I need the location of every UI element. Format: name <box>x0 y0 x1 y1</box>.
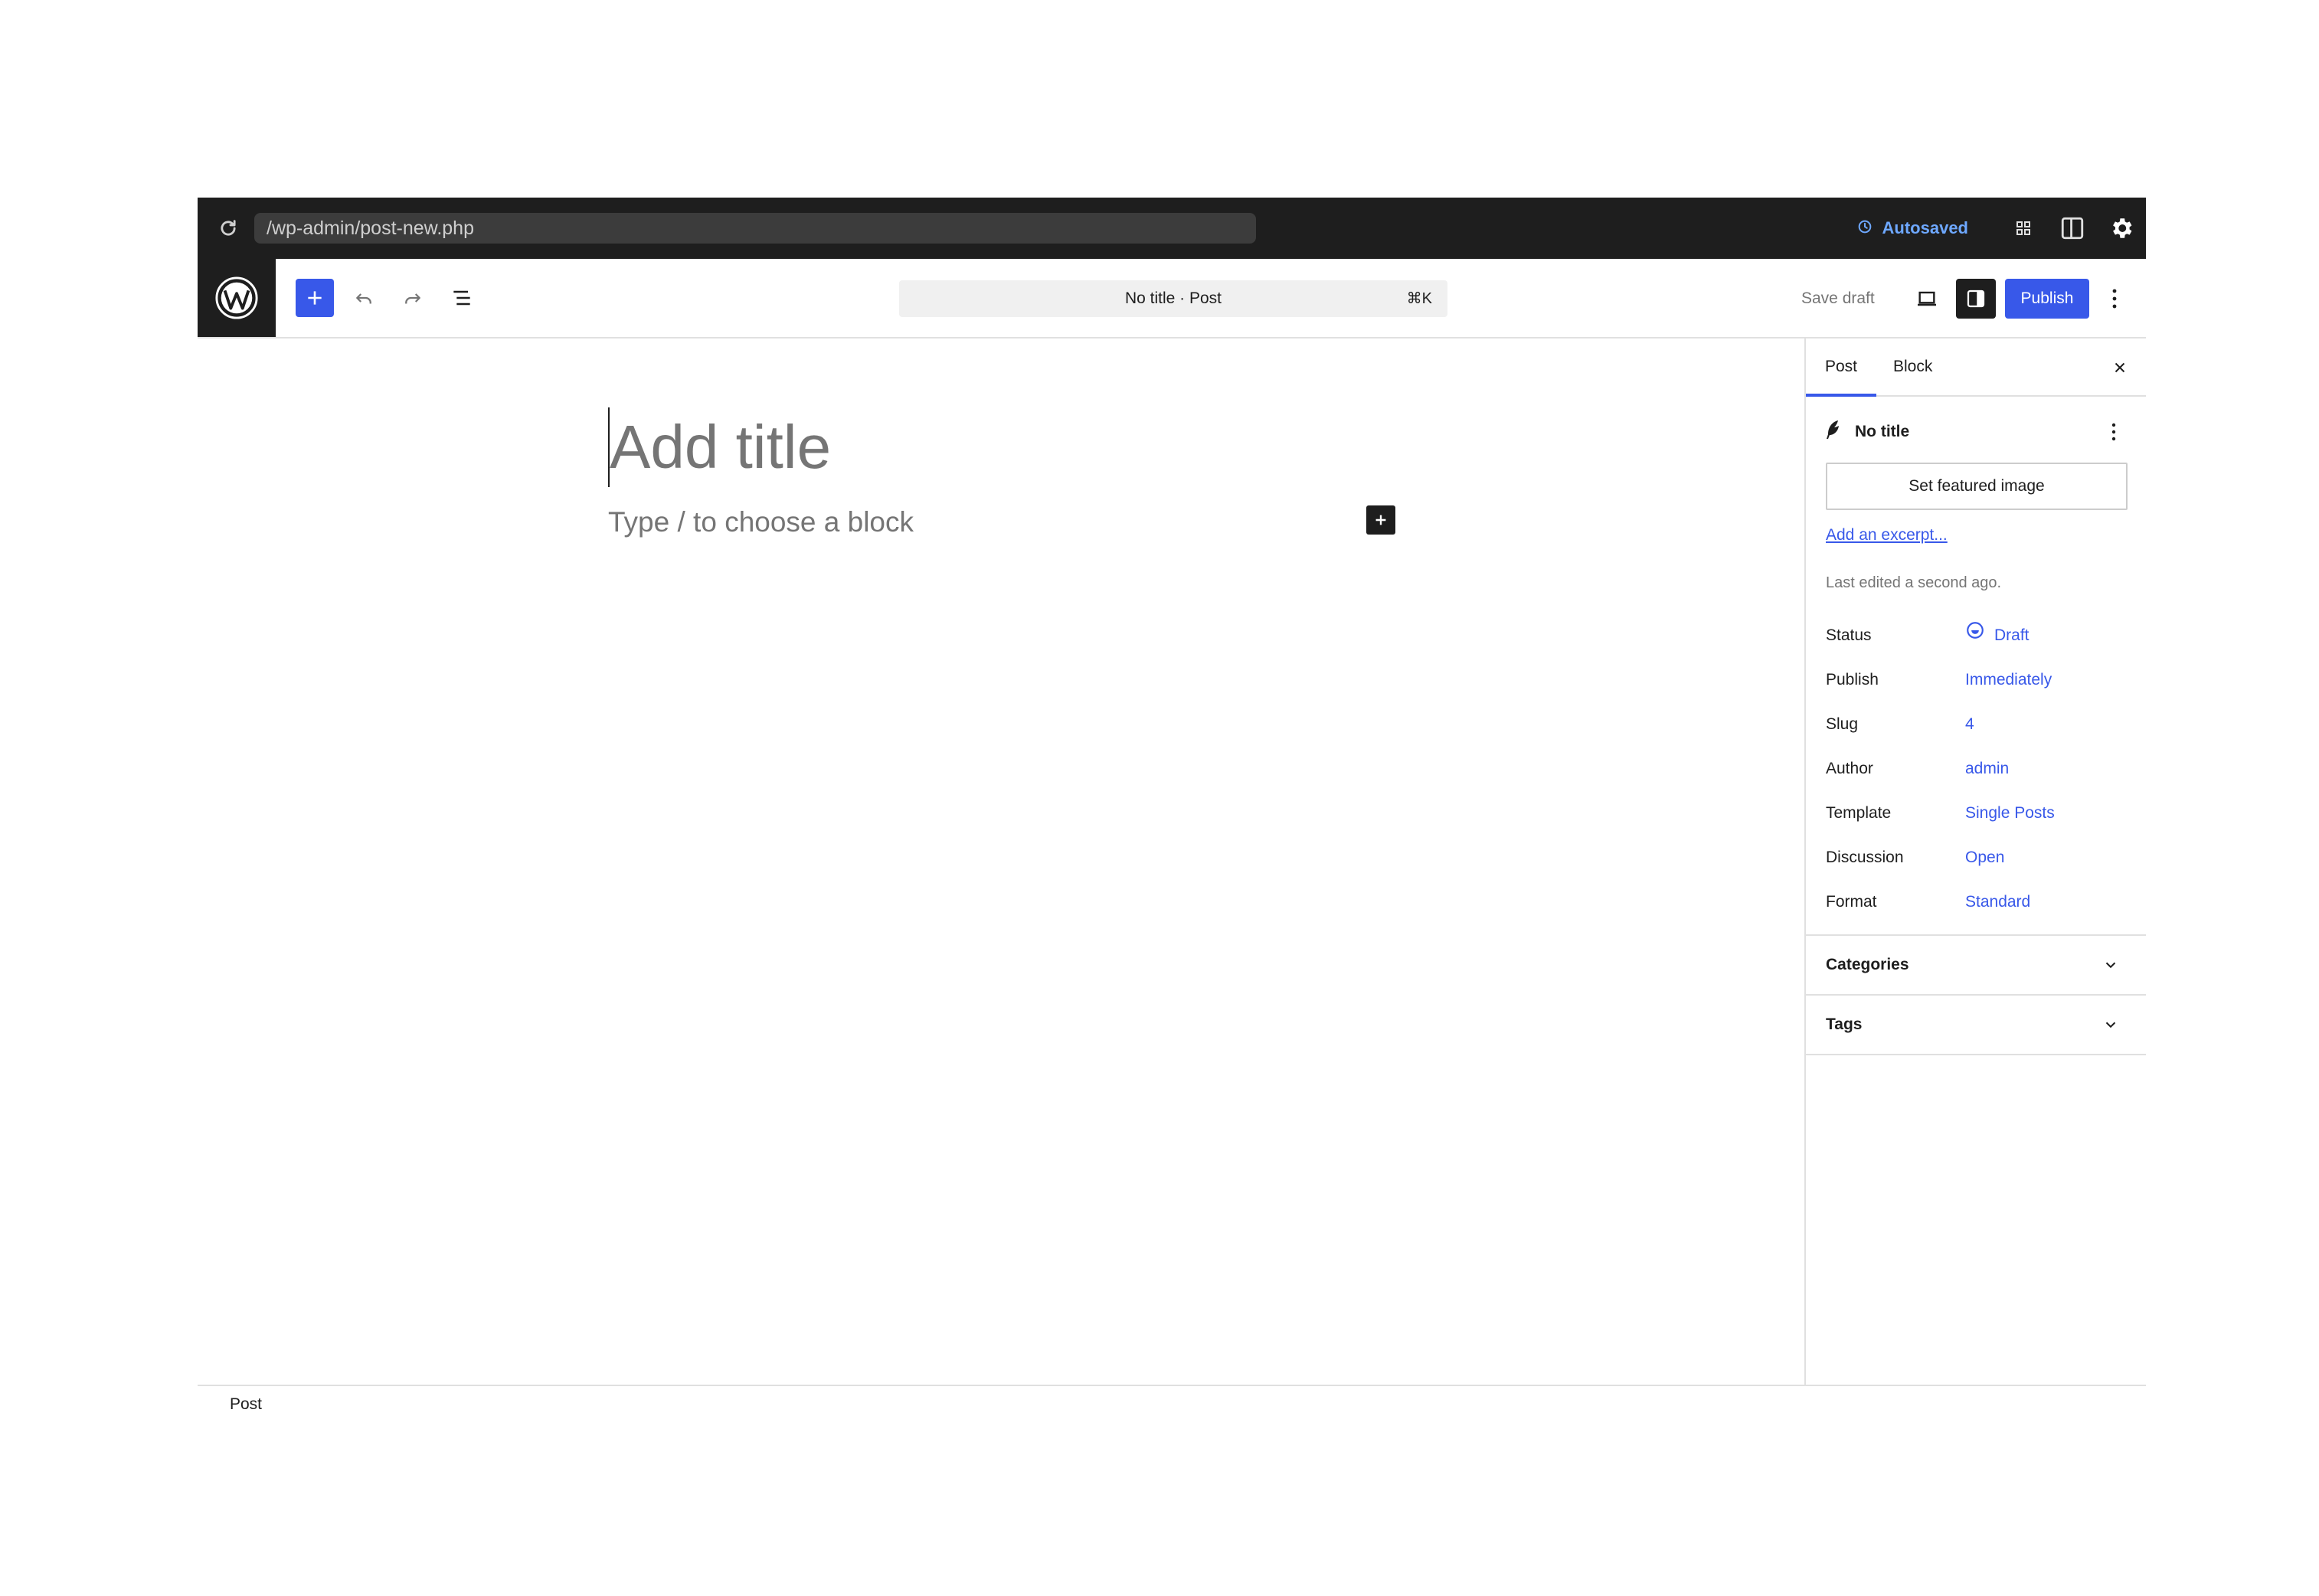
browser-bar: /wp-admin/post-new.php Autosaved <box>198 198 2146 259</box>
block-inserter-button[interactable] <box>296 279 334 317</box>
publish-button[interactable]: Publish <box>2005 279 2089 319</box>
preview-device-icon[interactable] <box>1907 279 1947 319</box>
panel-title: Categories <box>1826 956 1909 973</box>
meta-label: Discussion <box>1826 849 1904 866</box>
tags-panel[interactable]: Tags <box>1806 994 2146 1054</box>
wordpress-logo-icon[interactable] <box>198 259 276 337</box>
chevron-down-icon[interactable] <box>2095 1009 2126 1040</box>
post-summary-title: No title <box>1824 417 1909 447</box>
chevron-down-icon[interactable] <box>2095 950 2126 980</box>
reload-icon[interactable] <box>213 213 244 244</box>
discussion-button[interactable]: Open <box>1965 842 2004 873</box>
meta-row-template: Template Single Posts <box>1826 798 2128 829</box>
settings-sidebar: Post Block No title Set featured image A… <box>1804 338 2146 1385</box>
meta-row-status: Status Draft <box>1826 620 2128 651</box>
author-button[interactable]: admin <box>1965 754 2009 784</box>
tab-post[interactable]: Post <box>1806 338 1876 397</box>
draft-status-icon <box>1965 620 1985 651</box>
grid-icon[interactable] <box>1999 198 2048 259</box>
template-button[interactable]: Single Posts <box>1965 798 2055 829</box>
publish-date-button[interactable]: Immediately <box>1965 665 2052 695</box>
status-button[interactable]: Draft <box>1965 620 2030 651</box>
divider <box>1806 1054 2146 1055</box>
meta-row-discussion: Discussion Open <box>1826 842 2128 873</box>
feather-icon <box>1824 419 1843 445</box>
editor-canvas[interactable]: Add title Type / to choose a block <box>198 338 1804 1385</box>
last-edited-text: Last edited a second ago. <box>1826 574 2002 591</box>
categories-panel[interactable]: Categories <box>1806 934 2146 994</box>
more-options-icon[interactable] <box>2095 279 2134 319</box>
history-icon <box>1856 218 1873 239</box>
command-palette-bar[interactable]: No title · Post ⌘K <box>899 280 1447 317</box>
breadcrumb[interactable]: Post <box>230 1386 262 1423</box>
editor-footer: Post <box>198 1385 2146 1423</box>
block-placeholder[interactable]: Type / to choose a block <box>608 505 914 539</box>
meta-label: Publish <box>1826 671 1879 688</box>
meta-label: Author <box>1826 760 1873 777</box>
slug-button[interactable]: 4 <box>1965 709 1974 740</box>
autosave-indicator: Autosaved <box>1856 218 1968 239</box>
save-draft-button[interactable]: Save draft <box>1801 280 1875 317</box>
list-view-icon[interactable] <box>443 279 481 317</box>
meta-label: Status <box>1826 626 1872 644</box>
add-excerpt-link[interactable]: Add an excerpt... <box>1826 524 1948 547</box>
sidebar-tabs: Post Block <box>1806 338 2146 397</box>
inline-block-inserter-icon[interactable] <box>1366 505 1395 535</box>
panel-title: Tags <box>1826 1015 1863 1033</box>
close-icon[interactable] <box>2105 352 2135 383</box>
command-shortcut: ⌘K <box>1406 290 1432 307</box>
document-title: No title · Post <box>1124 289 1222 307</box>
settings-sidebar-toggle-icon[interactable] <box>1956 279 1996 319</box>
format-button[interactable]: Standard <box>1965 887 2030 917</box>
undo-icon[interactable] <box>345 279 383 317</box>
meta-row-slug: Slug 4 <box>1826 709 2128 740</box>
meta-label: Format <box>1826 893 1877 911</box>
redo-icon[interactable] <box>394 279 432 317</box>
url-bar[interactable]: /wp-admin/post-new.php <box>254 213 1256 244</box>
gear-icon[interactable] <box>2097 198 2146 259</box>
post-title-label: No title <box>1855 423 1910 440</box>
editor-header: No title · Post ⌘K Save draft Publish <box>198 259 2146 338</box>
meta-row-author: Author admin <box>1826 754 2128 784</box>
set-featured-image-button[interactable]: Set featured image <box>1826 463 2128 510</box>
tab-block[interactable]: Block <box>1893 338 1932 395</box>
split-view-icon[interactable] <box>2048 198 2097 259</box>
meta-label: Template <box>1826 804 1892 822</box>
meta-value: Draft <box>1994 626 2030 644</box>
meta-row-format: Format Standard <box>1826 887 2128 917</box>
autosave-label: Autosaved <box>1882 218 1968 237</box>
post-actions-icon[interactable] <box>2098 417 2129 447</box>
meta-label: Slug <box>1826 715 1859 733</box>
meta-row-publish: Publish Immediately <box>1826 665 2128 695</box>
editor-window: /wp-admin/post-new.php Autosaved No titl… <box>198 198 2146 1423</box>
post-title-input[interactable]: Add title <box>610 412 831 482</box>
browser-actions: Autosaved <box>1856 198 2146 259</box>
